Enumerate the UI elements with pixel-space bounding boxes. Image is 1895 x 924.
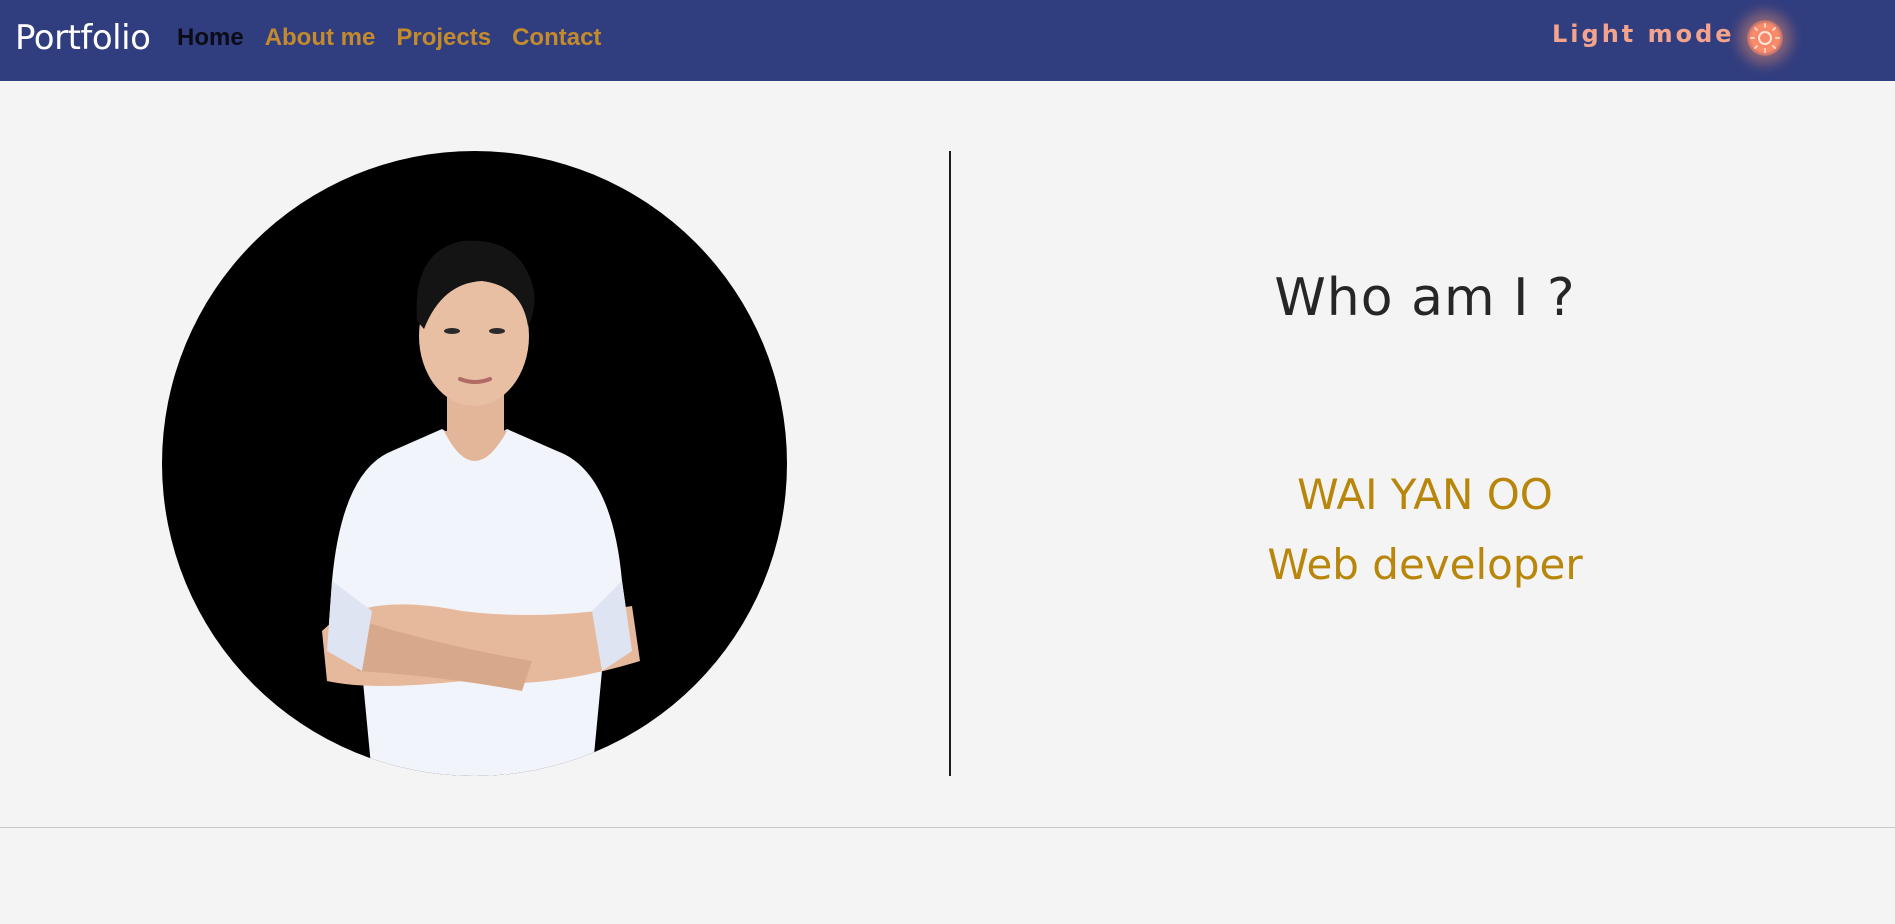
sun-icon [1750, 23, 1780, 53]
hero-name: WAI YAN OO [1297, 470, 1553, 519]
profile-photo [162, 151, 787, 776]
nav-links: Home About me Projects Contact [177, 24, 601, 52]
hero-title: Who am I ? [1274, 268, 1576, 328]
horizontal-divider [0, 827, 1895, 828]
nav-link-projects[interactable]: Projects [396, 24, 491, 52]
vertical-divider [949, 151, 951, 776]
brand-logo[interactable]: Portfolio [15, 18, 151, 58]
mode-label: Light mode [1552, 20, 1735, 48]
hero-role: Web developer [1267, 540, 1583, 589]
navbar: Portfolio Home About me Projects Contact… [0, 0, 1895, 81]
theme-toggle-button[interactable] [1747, 20, 1783, 56]
nav-link-home[interactable]: Home [177, 24, 244, 52]
profile-photo-illustration [322, 240, 640, 776]
nav-link-contact[interactable]: Contact [512, 24, 601, 52]
nav-link-about-me[interactable]: About me [265, 24, 376, 52]
